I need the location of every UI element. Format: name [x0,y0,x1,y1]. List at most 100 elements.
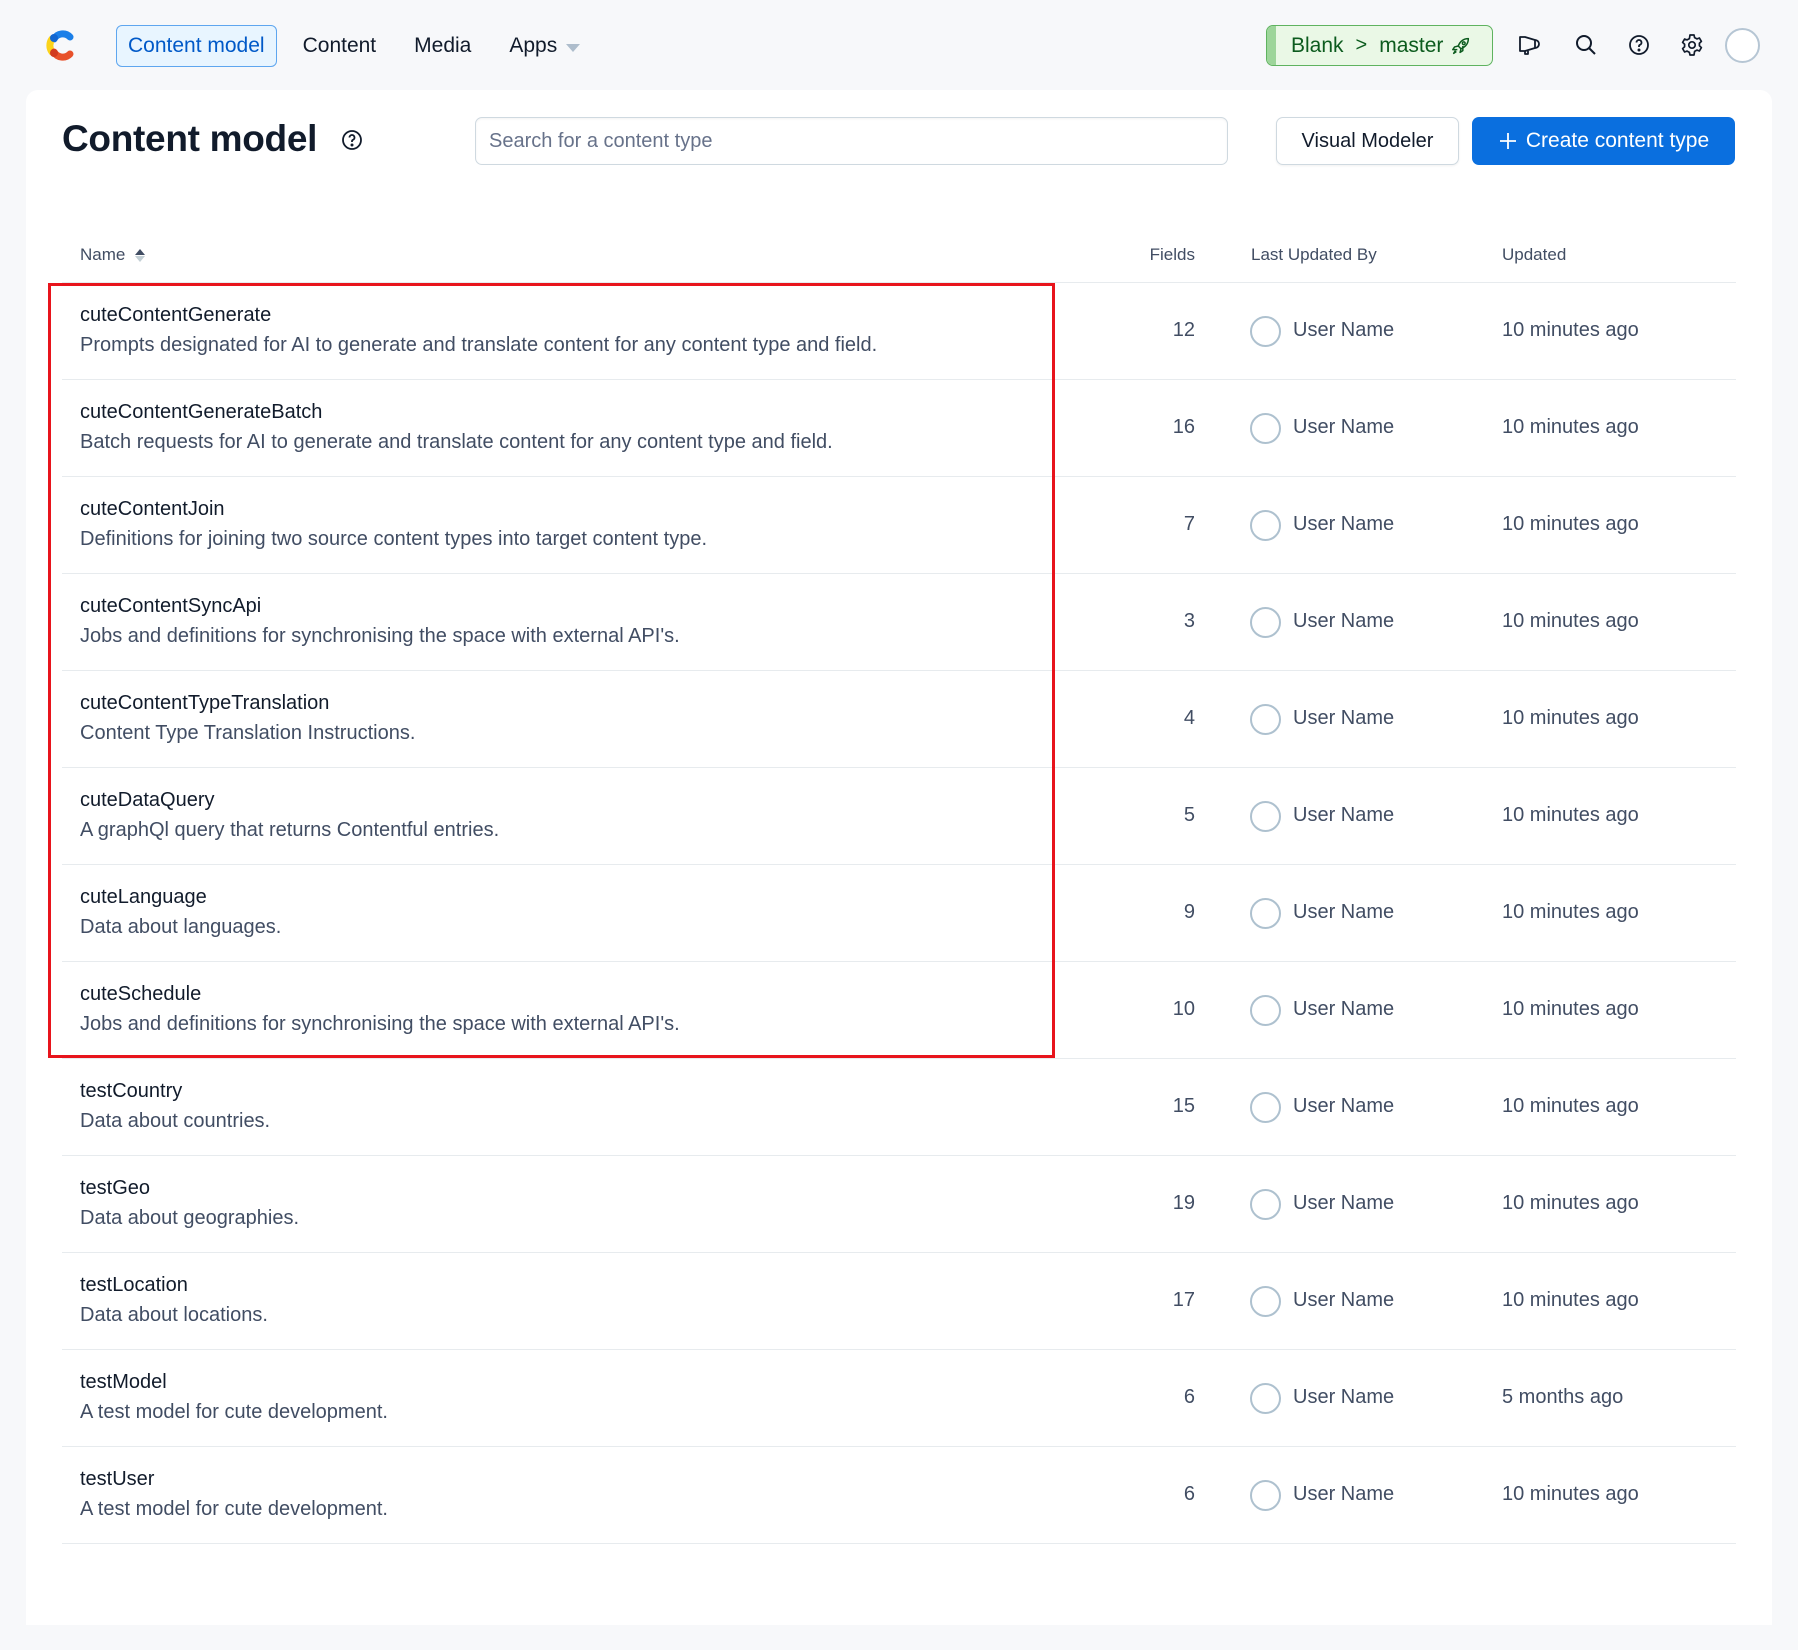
rocket-icon [1452,37,1470,54]
last-updated-by: User Name [1293,1386,1395,1408]
last-updated-by: User Name [1293,707,1395,729]
top-navigation: Content model Content Media Apps Blank >… [0,0,1798,90]
content-type-description: Data about languages. [80,916,282,938]
table-row[interactable]: cuteDataQuery A graphQl query that retur… [62,768,1736,865]
avatar [1250,898,1281,929]
content-type-description: Data about geographies. [80,1207,300,1229]
last-updated-by: User Name [1293,901,1395,923]
content-type-description: A test model for cute development. [80,1498,388,1520]
search-input[interactable] [475,117,1228,165]
avatar [1250,316,1281,347]
content-type-name[interactable]: cuteLanguage [80,886,207,909]
avatar [1250,704,1281,735]
updated-time: 5 months ago [1502,1386,1624,1408]
table-row[interactable]: testCountry Data about countries. 15 Use… [62,1059,1736,1156]
table-row[interactable]: cuteContentGenerateBatch Batch requests … [62,380,1736,477]
table-row[interactable]: cuteSchedule Jobs and definitions for sy… [62,962,1736,1059]
updated-time: 10 minutes ago [1502,901,1639,923]
last-updated-by: User Name [1293,319,1395,341]
plus-icon [1499,133,1516,149]
last-updated-by: User Name [1293,804,1395,826]
content-type-name[interactable]: cuteContentGenerate [80,304,271,327]
content-type-description: A graphQl query that returns Contentful … [80,819,500,841]
column-header-name[interactable]: Name [80,245,146,265]
create-content-type-button[interactable]: Create content type [1472,117,1735,165]
content-type-description: Definitions for joining two source conte… [80,528,708,550]
fields-count: 19 [1172,1192,1195,1214]
table-row[interactable]: testModel A test model for cute developm… [62,1350,1736,1447]
table-row[interactable]: testLocation Data about locations. 17 Us… [62,1253,1736,1350]
last-updated-by: User Name [1293,998,1395,1020]
content-model-panel: Content model Visual Modeler Create cont… [26,90,1772,1625]
fields-count: 10 [1172,998,1195,1020]
last-updated-by: User Name [1293,1095,1395,1117]
table-row[interactable]: testGeo Data about geographies. 19 User … [62,1156,1736,1253]
table-row[interactable]: testUser A test model for cute developme… [62,1447,1736,1544]
content-type-name[interactable]: cuteSchedule [80,983,201,1006]
column-header-fields: Fields [1149,245,1195,264]
nav-tab-label: Content model [128,34,265,57]
updated-time: 10 minutes ago [1502,1289,1639,1311]
avatar [1250,995,1281,1026]
content-type-description: Prompts designated for AI to generate an… [80,334,878,356]
search-icon[interactable] [1571,30,1601,60]
content-type-description: Batch requests for AI to generate and tr… [80,431,833,453]
gear-icon[interactable] [1677,30,1707,60]
help-icon[interactable] [1624,30,1654,60]
content-type-name[interactable]: testGeo [80,1177,150,1200]
nav-tab-apps[interactable]: Apps [497,25,592,67]
help-icon[interactable] [340,128,364,152]
content-type-name[interactable]: cuteContentTypeTranslation [80,692,329,715]
avatar [1250,801,1281,832]
updated-time: 10 minutes ago [1502,804,1639,826]
updated-time: 10 minutes ago [1502,1483,1639,1505]
content-type-name[interactable]: cuteContentSyncApi [80,595,261,618]
fields-count: 4 [1183,707,1195,729]
avatar [1250,1189,1281,1220]
megaphone-icon[interactable] [1515,30,1545,60]
last-updated-by: User Name [1293,610,1395,632]
content-type-name[interactable]: testLocation [80,1274,188,1297]
main-nav-tabs: Content model Content Media Apps [116,25,606,67]
content-type-name[interactable]: testUser [80,1468,154,1491]
updated-time: 10 minutes ago [1502,513,1639,535]
chevron-down-icon [566,43,581,52]
nav-tab-label: Content [302,34,377,57]
content-type-name[interactable]: cuteDataQuery [80,789,215,812]
fields-count: 9 [1183,901,1195,923]
table-header: Name Fields Last Updated By Updated [62,227,1736,283]
avatar [1250,1092,1281,1123]
environment-name: master [1379,33,1444,57]
space-name: Blank [1291,33,1344,57]
table-row[interactable]: cuteContentTypeTranslation Content Type … [62,671,1736,768]
column-header-label: Name [80,245,126,264]
avatar [1250,510,1281,541]
content-type-name[interactable]: cuteContentGenerateBatch [80,401,322,424]
nav-tab-label: Apps [509,34,558,57]
fields-count: 3 [1183,610,1195,632]
environment-switcher[interactable]: Blank > master [1266,25,1493,66]
fields-count: 16 [1172,416,1195,438]
fields-count: 7 [1183,513,1195,535]
content-type-name[interactable]: cuteContentJoin [80,498,225,521]
user-avatar[interactable] [1725,28,1760,63]
fields-count: 5 [1183,804,1195,826]
column-header-updated: Updated [1502,245,1567,264]
content-type-name[interactable]: testModel [80,1371,167,1394]
contentful-logo[interactable] [40,25,80,65]
content-type-description: Jobs and definitions for synchronising t… [80,625,680,647]
updated-time: 10 minutes ago [1502,610,1639,632]
avatar [1250,607,1281,638]
visual-modeler-button[interactable]: Visual Modeler [1276,117,1459,165]
table-body: cuteContentGenerate Prompts designated f… [62,283,1736,1544]
updated-time: 10 minutes ago [1502,707,1639,729]
content-type-name[interactable]: testCountry [80,1080,182,1103]
table-row[interactable]: cuteContentSyncApi Jobs and definitions … [62,574,1736,671]
table-row[interactable]: cuteContentJoin Definitions for joining … [62,477,1736,574]
table-row[interactable]: cuteContentGenerate Prompts designated f… [62,283,1736,380]
nav-tab-media[interactable]: Media [402,25,483,67]
nav-tab-content[interactable]: Content [291,25,389,67]
fields-count: 6 [1183,1386,1195,1408]
table-row[interactable]: cuteLanguage Data about languages. 9 Use… [62,865,1736,962]
nav-tab-content-model[interactable]: Content model [116,25,277,67]
